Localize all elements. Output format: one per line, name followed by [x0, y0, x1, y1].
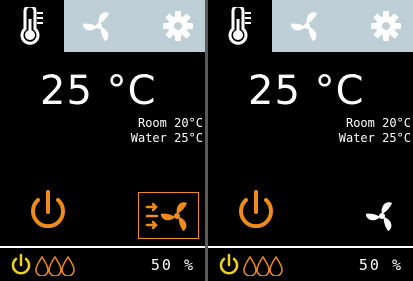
thermostat-panel-right: 25 °C Room 20°C Water 25°C 50 %: [208, 0, 413, 281]
room-temperature: Room 20°C: [137, 116, 203, 130]
power-button[interactable]: [26, 188, 70, 238]
tab-settings[interactable]: [358, 0, 413, 52]
power-icon: [239, 190, 273, 229]
status-bar: 50 %: [208, 246, 413, 281]
fan-mode-button[interactable]: [138, 192, 199, 239]
tab-temperature[interactable]: [0, 0, 64, 52]
room-temperature: Room 20°C: [345, 116, 411, 130]
thermometer-icon: [20, 7, 43, 45]
power-status-icon: [219, 253, 239, 275]
tab-temperature[interactable]: [208, 0, 272, 52]
tab-bar: [208, 0, 413, 52]
gear-icon: [162, 11, 193, 41]
tab-bar: [0, 0, 205, 52]
tab-settings[interactable]: [150, 0, 205, 52]
fan-speed-percent: 50 %: [150, 256, 195, 274]
water-drops-icon: [35, 256, 75, 276]
power-status-icon: [11, 253, 31, 275]
tab-fan[interactable]: [272, 0, 342, 52]
power-icon: [31, 190, 65, 229]
tab-fan[interactable]: [64, 0, 134, 52]
status-bar: 50 %: [0, 246, 205, 281]
water-temperature: Water 25°C: [338, 131, 411, 145]
fan-mode-button[interactable]: [346, 192, 407, 239]
setpoint-temperature: 25 °C: [248, 68, 365, 114]
thermostat-panel-left: 25 °C Room 20°C Water 25°C 50 %: [0, 0, 205, 281]
fan-icon: [82, 12, 109, 42]
fan-speed-percent: 50 %: [358, 256, 403, 274]
fan-icon: [366, 202, 392, 232]
thermometer-icon: [228, 7, 251, 45]
power-button[interactable]: [234, 188, 278, 238]
fan-auto-icon: [145, 202, 187, 232]
water-temperature: Water 25°C: [130, 131, 203, 145]
fan-icon: [290, 12, 317, 42]
gear-icon: [370, 11, 401, 41]
setpoint-temperature: 25 °C: [40, 68, 157, 114]
water-drops-icon: [243, 256, 283, 276]
